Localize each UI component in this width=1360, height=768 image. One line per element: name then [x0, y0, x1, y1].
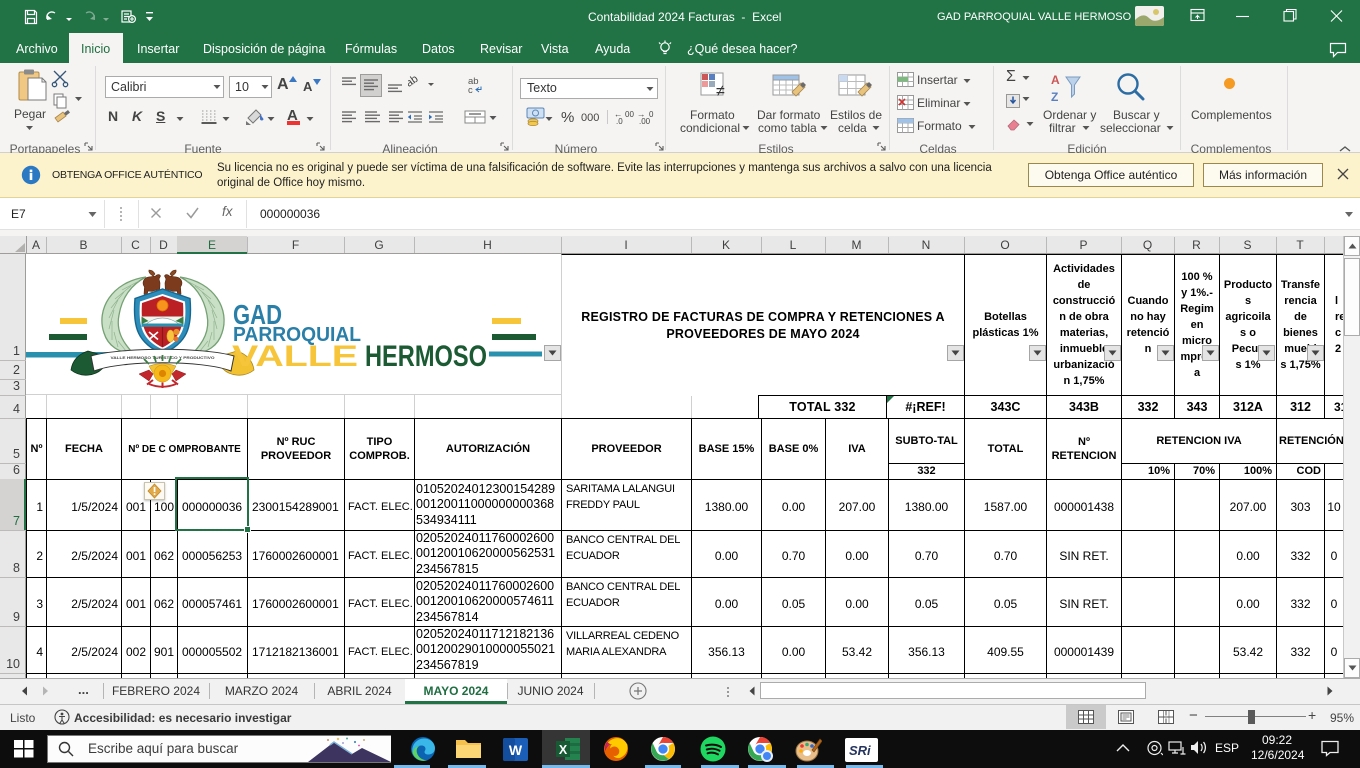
- svg-text:0: 0: [649, 110, 654, 119]
- svg-text:W: W: [509, 742, 523, 758]
- svg-text:≠: ≠: [716, 83, 725, 100]
- svg-text:X: X: [559, 743, 568, 757]
- svg-text:A: A: [1051, 73, 1060, 87]
- svg-text:ab: ab: [408, 73, 420, 89]
- svg-text:.0: .0: [616, 117, 623, 125]
- svg-text:00: 00: [625, 110, 634, 119]
- svg-text:c: c: [468, 85, 473, 94]
- svg-text:VALLE: VALLE: [232, 340, 358, 373]
- svg-text:Z: Z: [1051, 90, 1058, 104]
- svg-text:HERMOSO: HERMOSO: [365, 340, 487, 373]
